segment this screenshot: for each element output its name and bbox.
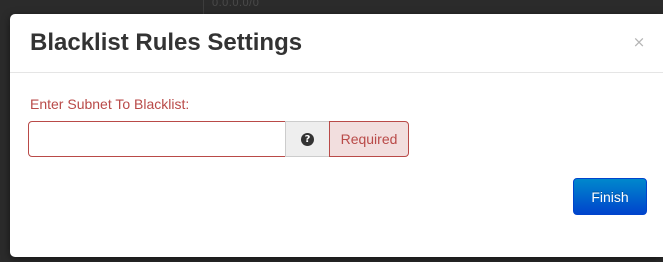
blacklist-rules-modal: Blacklist Rules Settings × Enter Subnet …	[10, 14, 663, 257]
close-icon[interactable]: ×	[632, 33, 646, 51]
modal-title: Blacklist Rules Settings	[30, 29, 303, 56]
background-divider	[203, 0, 204, 14]
subnet-field-label: Enter Subnet To Blacklist:	[30, 96, 190, 112]
help-button[interactable]: ?	[285, 121, 330, 157]
modal-header: Blacklist Rules Settings ×	[10, 14, 663, 73]
finish-button[interactable]: Finish	[573, 178, 647, 215]
background-partial-text: 0.0.0.0/0	[212, 0, 260, 9]
required-badge: Required	[329, 121, 409, 157]
subnet-input[interactable]	[28, 121, 286, 157]
question-circle-icon: ?	[301, 133, 314, 146]
